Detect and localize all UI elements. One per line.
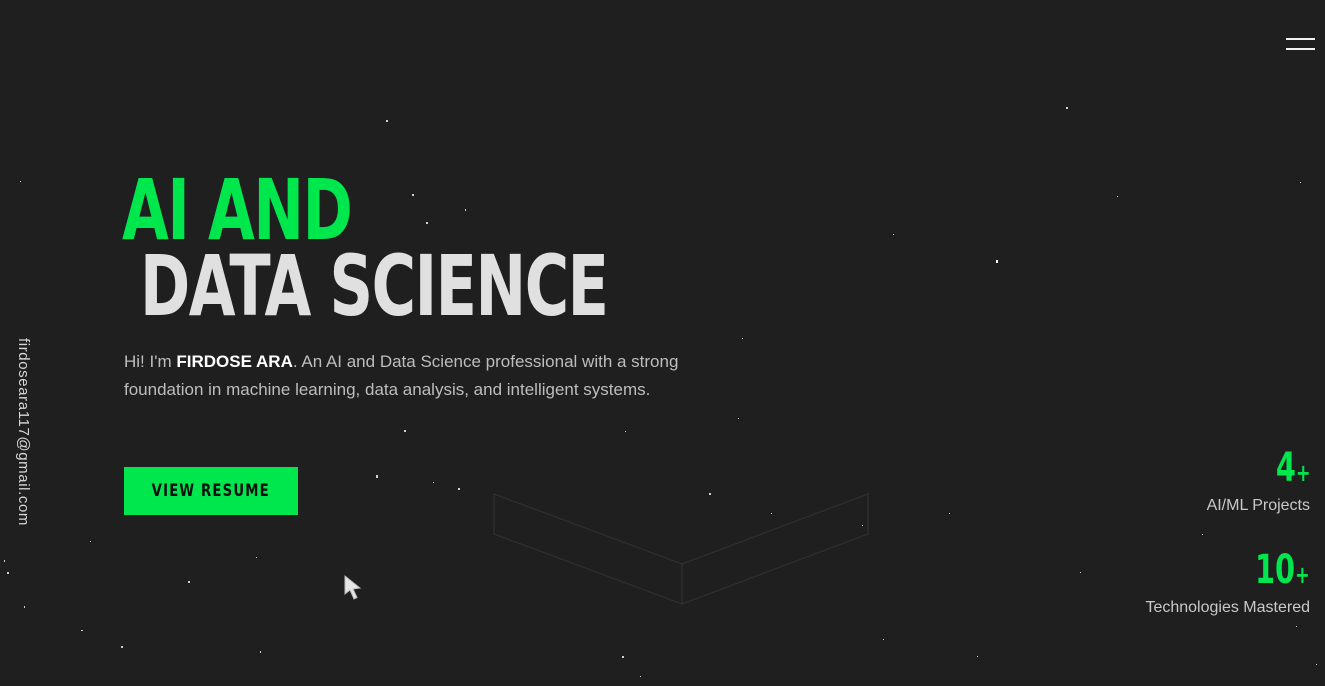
- stat-number: 10: [1255, 547, 1296, 593]
- sidebar-email-link[interactable]: firdoseara117@gmail.com: [12, 338, 34, 558]
- hamburger-menu-button[interactable]: [1282, 34, 1316, 56]
- stat-suffix: +: [1295, 561, 1310, 589]
- view-resume-label: VIEW RESUME: [151, 481, 271, 501]
- mouse-cursor-icon: [344, 574, 362, 600]
- hero-title-line1: AI AND: [122, 161, 353, 259]
- stat-ai-ml-projects: 4+ AI/ML Projects: [1207, 446, 1310, 515]
- menu-line-bottom: [1286, 48, 1315, 50]
- stat-value: 10+: [1192, 548, 1310, 597]
- hero-title-line2: DATA SCIENCE: [140, 237, 609, 335]
- decorative-chevron-outline: [493, 493, 869, 605]
- hero-intro: Hi! I'm FIRDOSE ARA. An AI and Data Scie…: [124, 348, 684, 404]
- stat-label: AI/ML Projects: [1206, 497, 1310, 514]
- intro-prefix: Hi! I'm: [124, 352, 177, 371]
- hero-title: AI AND DATA SCIENCE: [122, 168, 789, 328]
- stat-technologies-mastered: 10+ Technologies Mastered: [1145, 548, 1310, 617]
- stat-suffix: +: [1295, 459, 1310, 487]
- stat-label: Technologies Mastered: [1145, 599, 1310, 616]
- stat-number: 4: [1275, 445, 1296, 491]
- stat-value: 4+: [1236, 446, 1310, 495]
- view-resume-button[interactable]: VIEW RESUME: [124, 467, 298, 515]
- menu-line-top: [1286, 38, 1315, 40]
- intro-name: FIRDOSE ARA: [176, 352, 293, 371]
